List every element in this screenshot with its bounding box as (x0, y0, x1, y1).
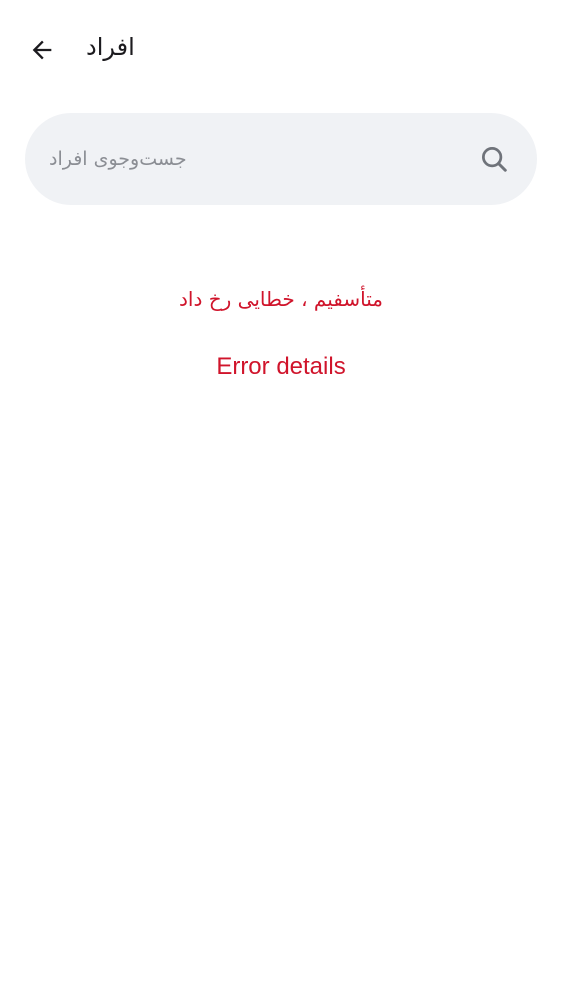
page-title: افراد (86, 33, 135, 61)
people-screen: افراد متأسفیم ، خطایی رخ داد Error detai… (0, 0, 562, 1000)
search-icon[interactable] (479, 144, 509, 174)
app-bar: افراد (0, 0, 562, 98)
error-details-link[interactable]: Error details (181, 349, 381, 385)
error-message: متأسفیم ، خطایی رخ داد (179, 287, 383, 311)
back-button[interactable] (20, 28, 64, 72)
search-bar[interactable] (25, 113, 537, 205)
arrow-left-icon (32, 40, 52, 60)
search-input[interactable] (49, 113, 459, 205)
